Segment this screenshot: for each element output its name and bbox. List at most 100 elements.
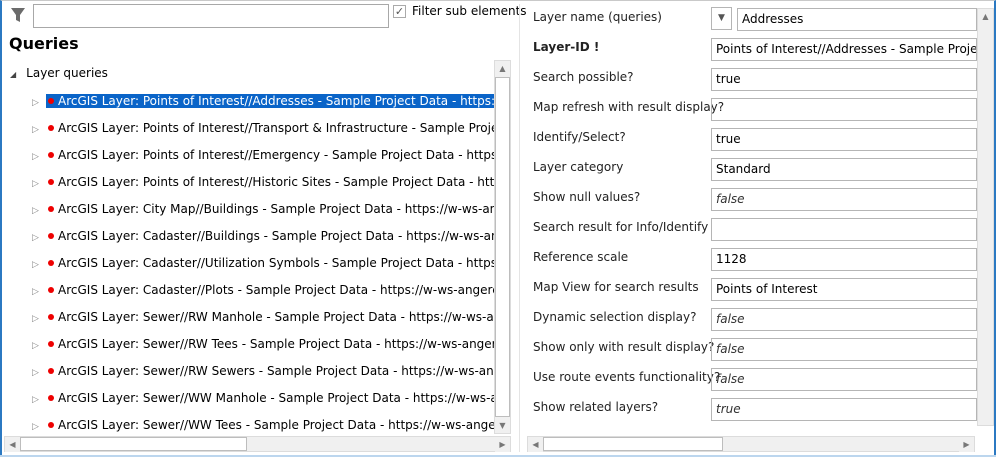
- page-title: Queries: [9, 34, 79, 53]
- tree-item-text: ArcGIS Layer: Points of Interest//Emerge…: [58, 148, 494, 162]
- expand-icon[interactable]: ▷: [32, 418, 46, 432]
- layer-name-dropdown-button[interactable]: ▼: [711, 7, 732, 30]
- property-value-field[interactable]: Points of Interest: [711, 278, 977, 301]
- tree-item-label: ArcGIS Layer: Points of Interest//Histor…: [46, 175, 494, 189]
- property-label: Layer category: [533, 160, 624, 174]
- tree-item-label: ArcGIS Layer: Sewer//WW Tees - Sample Pr…: [46, 418, 494, 432]
- status-dot-icon: [48, 98, 54, 104]
- property-label: Map View for search results: [533, 280, 699, 294]
- tree-item-text: ArcGIS Layer: Points of Interest//Histor…: [58, 175, 494, 189]
- expand-icon[interactable]: ▷: [32, 202, 46, 218]
- status-dot-icon: [48, 341, 54, 347]
- properties-horizontal-scrollbar[interactable]: ◀ ▶: [527, 436, 975, 452]
- status-dot-icon: [48, 260, 54, 266]
- scroll-right-icon[interactable]: ▶: [495, 437, 510, 452]
- tree-item[interactable]: ▷ ArcGIS Layer: Sewer//RW Manhole - Sampl…: [32, 308, 494, 326]
- property-value-field[interactable]: false: [711, 368, 977, 391]
- queries-tree: ◢ Layer queries ▷ ArcGIS Layer: Points of …: [6, 60, 494, 432]
- property-label: Reference scale: [533, 250, 629, 264]
- scroll-thumb[interactable]: [543, 437, 723, 451]
- tree-item-text: ArcGIS Layer: Points of Interest//Transp…: [58, 121, 494, 135]
- panel-divider: [519, 4, 520, 452]
- property-value-field[interactable]: false: [711, 338, 977, 361]
- expand-icon[interactable]: ▷: [32, 229, 46, 245]
- tree-vertical-scrollbar[interactable]: ▲ ▼: [494, 60, 511, 434]
- expand-icon[interactable]: ▷: [32, 283, 46, 299]
- expand-icon[interactable]: ▷: [32, 256, 46, 272]
- tree-item-text: ArcGIS Layer: Sewer//RW Manhole - Sample…: [58, 310, 494, 324]
- property-value-field[interactable]: true: [711, 398, 977, 421]
- tree-item[interactable]: ▷ ArcGIS Layer: Sewer//WW Tees - Sample P…: [32, 416, 494, 432]
- tree-item-label: ArcGIS Layer: Points of Interest//Transp…: [46, 121, 494, 135]
- properties-vertical-scrollbar[interactable]: ▲: [977, 8, 994, 426]
- tree-item-label: ArcGIS Layer: Points of Interest//Emerge…: [46, 148, 494, 162]
- tree-item[interactable]: ▷ ArcGIS Layer: Sewer//RW Tees - Sample P…: [32, 335, 494, 353]
- tree-horizontal-scrollbar[interactable]: ◀ ▶: [4, 436, 511, 452]
- property-label: Use route events functionality?: [533, 370, 721, 384]
- scroll-right-icon[interactable]: ▶: [959, 437, 974, 452]
- tree-item-text: ArcGIS Layer: Cadaster//Plots - Sample P…: [58, 283, 494, 297]
- tree-item[interactable]: ▷ ArcGIS Layer: Points of Interest//Addre…: [32, 92, 494, 110]
- tree-item[interactable]: ▷ ArcGIS Layer: Sewer//RW Sewers - Sample…: [32, 362, 494, 380]
- tree-root-layer-queries[interactable]: ◢ Layer queries: [10, 66, 108, 80]
- scroll-up-icon[interactable]: ▲: [495, 61, 510, 76]
- property-value-field[interactable]: true: [711, 128, 977, 151]
- tree-item-text: ArcGIS Layer: City Map//Buildings - Samp…: [58, 202, 494, 216]
- tree-item-label: ArcGIS Layer: City Map//Buildings - Samp…: [46, 202, 494, 216]
- scroll-thumb[interactable]: [495, 77, 510, 417]
- status-dot-icon: [48, 314, 54, 320]
- property-value-field[interactable]: Points of Interest//Addresses - Sample P…: [711, 38, 977, 61]
- scroll-left-icon[interactable]: ◀: [5, 437, 20, 452]
- status-dot-icon: [48, 152, 54, 158]
- expand-icon[interactable]: ▷: [32, 121, 46, 137]
- collapse-icon[interactable]: ◢: [10, 70, 16, 79]
- property-label: Show null values?: [533, 190, 641, 204]
- expand-icon[interactable]: ▷: [32, 310, 46, 326]
- property-value-field[interactable]: Standard: [711, 158, 977, 181]
- scroll-down-icon[interactable]: ▼: [495, 418, 510, 433]
- property-value-field[interactable]: true: [711, 68, 977, 91]
- scroll-left-icon[interactable]: ◀: [528, 437, 543, 452]
- expand-icon[interactable]: ▷: [32, 337, 46, 353]
- status-dot-icon: [48, 422, 54, 428]
- tree-item[interactable]: ▷ ArcGIS Layer: Sewer//WW Manhole - Sampl…: [32, 389, 494, 407]
- tree-item[interactable]: ▷ ArcGIS Layer: Cadaster//Plots - Sample …: [32, 281, 494, 299]
- tree-item-text: ArcGIS Layer: Sewer//WW Tees - Sample Pr…: [58, 418, 494, 432]
- filter-sub-elements-label: Filter sub elements: [412, 4, 527, 18]
- property-label: Map refresh with result display?: [533, 100, 725, 114]
- tree-item[interactable]: ▷ ArcGIS Layer: Points of Interest//Histo…: [32, 173, 494, 191]
- expand-icon[interactable]: ▷: [32, 148, 46, 164]
- scroll-thumb[interactable]: [20, 437, 247, 451]
- tree-item-text: ArcGIS Layer: Sewer//WW Manhole - Sample…: [58, 391, 494, 405]
- expand-icon[interactable]: ▷: [32, 175, 46, 191]
- expand-icon[interactable]: ▷: [32, 364, 46, 380]
- status-dot-icon: [48, 206, 54, 212]
- property-value-field[interactable]: 1128: [711, 248, 977, 271]
- status-dot-icon: [48, 395, 54, 401]
- expand-icon[interactable]: ▷: [32, 94, 46, 110]
- tree-item[interactable]: ▷ ArcGIS Layer: Cadaster//Utilization Sym…: [32, 254, 494, 272]
- tree-item-label: ArcGIS Layer: Sewer//RW Manhole - Sample…: [46, 310, 494, 324]
- property-label: Dynamic selection display?: [533, 310, 697, 324]
- tree-item[interactable]: ▷ ArcGIS Layer: Points of Interest//Emerg…: [32, 146, 494, 164]
- property-value-field[interactable]: Addresses: [737, 8, 977, 31]
- property-label: Layer-ID !: [533, 40, 600, 54]
- property-value-field[interactable]: [711, 98, 977, 121]
- filter-sub-elements-checkbox[interactable]: ✓: [393, 5, 406, 18]
- tree-item[interactable]: ▷ ArcGIS Layer: City Map//Buildings - Sam…: [32, 200, 494, 218]
- tree-item-text: ArcGIS Layer: Points of Interest//Addres…: [58, 94, 494, 108]
- scroll-up-icon[interactable]: ▲: [978, 9, 993, 24]
- filter-input[interactable]: [33, 4, 389, 28]
- property-value-field[interactable]: [711, 218, 977, 241]
- status-dot-icon: [48, 179, 54, 185]
- tree-item[interactable]: ▷ ArcGIS Layer: Points of Interest//Trans…: [32, 119, 494, 137]
- expand-icon[interactable]: ▷: [32, 391, 46, 407]
- tree-item-label: ArcGIS Layer: Cadaster//Buildings - Samp…: [46, 229, 494, 243]
- filter-icon: [11, 8, 25, 22]
- property-value-field[interactable]: false: [711, 188, 977, 211]
- property-value-field[interactable]: false: [711, 308, 977, 331]
- tree-item[interactable]: ▷ ArcGIS Layer: Cadaster//Buildings - Sam…: [32, 227, 494, 245]
- property-label: Identify/Select?: [533, 130, 626, 144]
- tree-item-label: ArcGIS Layer: Points of Interest//Addres…: [46, 94, 494, 108]
- tree-root-label: Layer queries: [26, 66, 108, 80]
